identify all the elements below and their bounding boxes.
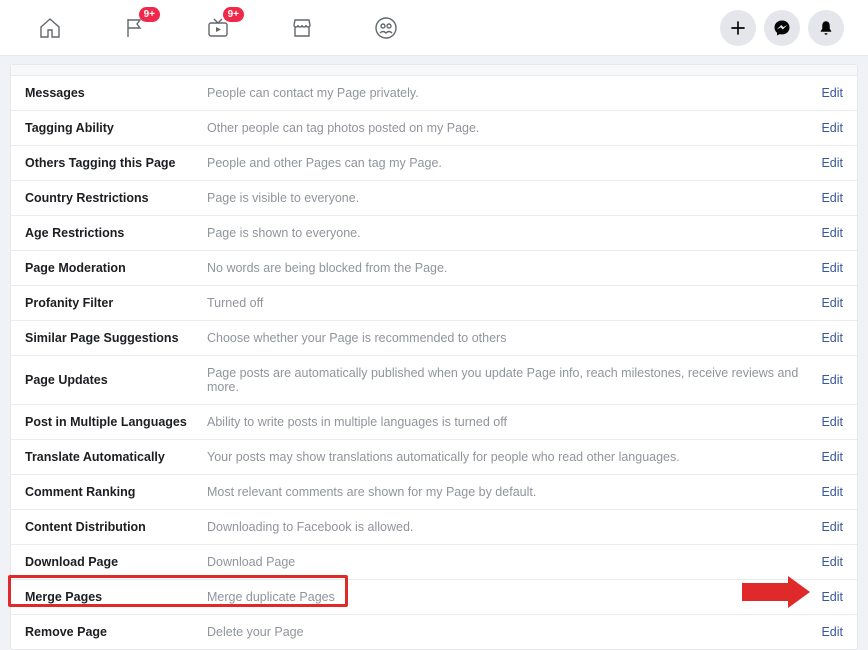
settings-row-label: Merge Pages [25, 590, 207, 604]
settings-row-label: Translate Automatically [25, 450, 207, 464]
settings-row-desc: Page is visible to everyone. [207, 191, 811, 205]
settings-row-desc: Downloading to Facebook is allowed. [207, 520, 811, 534]
settings-row: Age RestrictionsPage is shown to everyon… [11, 216, 857, 251]
settings-row-desc: Most relevant comments are shown for my … [207, 485, 811, 499]
settings-row-label: Profanity Filter [25, 296, 207, 310]
settings-row-label: Remove Page [25, 625, 207, 639]
edit-link[interactable]: Edit [811, 415, 843, 429]
settings-row-desc: Your posts may show translations automat… [207, 450, 811, 464]
settings-row-desc: People and other Pages can tag my Page. [207, 156, 811, 170]
settings-row-label: Similar Page Suggestions [25, 331, 207, 345]
edit-link[interactable]: Edit [811, 625, 843, 639]
settings-row-label: Country Restrictions [25, 191, 207, 205]
settings-panel: MessagesPeople can contact my Page priva… [10, 64, 858, 650]
settings-row: Content DistributionDownloading to Faceb… [11, 510, 857, 545]
settings-row: Comment RankingMost relevant comments ar… [11, 475, 857, 510]
settings-row-desc: People can contact my Page privately. [207, 86, 811, 100]
settings-row: Profanity FilterTurned offEdit [11, 286, 857, 321]
edit-link[interactable]: Edit [811, 226, 843, 240]
settings-row-desc: Merge duplicate Pages [207, 590, 811, 604]
settings-row-desc: No words are being blocked from the Page… [207, 261, 811, 275]
settings-row-desc: Download Page [207, 555, 811, 569]
top-nav-left: 9+ 9+ [36, 14, 400, 42]
create-button[interactable] [720, 10, 756, 46]
edit-link[interactable]: Edit [811, 261, 843, 275]
settings-row-desc: Ability to write posts in multiple langu… [207, 415, 811, 429]
settings-row: Page UpdatesPage posts are automatically… [11, 356, 857, 405]
settings-row-label: Page Updates [25, 373, 207, 387]
edit-link[interactable]: Edit [811, 520, 843, 534]
settings-row-label: Download Page [25, 555, 207, 569]
settings-row: Country RestrictionsPage is visible to e… [11, 181, 857, 216]
top-nav-bar: 9+ 9+ [0, 0, 868, 56]
edit-link[interactable]: Edit [811, 555, 843, 569]
flag-badge: 9+ [139, 7, 160, 22]
settings-row-desc: Choose whether your Page is recommended … [207, 331, 811, 345]
settings-row: Remove PageDelete your PageEdit [11, 615, 857, 649]
settings-row-label: Content Distribution [25, 520, 207, 534]
settings-header-strip [11, 65, 857, 76]
settings-row-desc: Other people can tag photos posted on my… [207, 121, 811, 135]
edit-link[interactable]: Edit [811, 485, 843, 499]
settings-row: Tagging AbilityOther people can tag phot… [11, 111, 857, 146]
settings-row-label: Post in Multiple Languages [25, 415, 207, 429]
settings-row-desc: Turned off [207, 296, 811, 310]
settings-row-label: Others Tagging this Page [25, 156, 207, 170]
settings-row-label: Tagging Ability [25, 121, 207, 135]
settings-row-label: Comment Ranking [25, 485, 207, 499]
edit-link[interactable]: Edit [811, 191, 843, 205]
page-content: MessagesPeople can contact my Page priva… [0, 56, 868, 650]
settings-row: Similar Page SuggestionsChoose whether y… [11, 321, 857, 356]
settings-row-label: Age Restrictions [25, 226, 207, 240]
edit-link[interactable]: Edit [811, 86, 843, 100]
settings-row: Page ModerationNo words are being blocke… [11, 251, 857, 286]
home-icon[interactable] [36, 14, 64, 42]
edit-link[interactable]: Edit [811, 121, 843, 135]
settings-row: MessagesPeople can contact my Page priva… [11, 76, 857, 111]
edit-link[interactable]: Edit [811, 296, 843, 310]
watch-badge: 9+ [223, 7, 244, 22]
marketplace-icon[interactable] [288, 14, 316, 42]
notifications-button[interactable] [808, 10, 844, 46]
settings-row-label: Messages [25, 86, 207, 100]
messenger-button[interactable] [764, 10, 800, 46]
edit-link[interactable]: Edit [811, 590, 843, 604]
edit-link[interactable]: Edit [811, 373, 843, 387]
edit-link[interactable]: Edit [811, 331, 843, 345]
settings-row-desc: Page posts are automatically published w… [207, 366, 811, 394]
top-nav-right [720, 10, 844, 46]
settings-row-desc: Delete your Page [207, 625, 811, 639]
settings-row: Translate AutomaticallyYour posts may sh… [11, 440, 857, 475]
settings-row: Others Tagging this PagePeople and other… [11, 146, 857, 181]
settings-row-label: Page Moderation [25, 261, 207, 275]
edit-link[interactable]: Edit [811, 156, 843, 170]
flag-icon[interactable]: 9+ [120, 14, 148, 42]
watch-icon[interactable]: 9+ [204, 14, 232, 42]
settings-row: Post in Multiple LanguagesAbility to wri… [11, 405, 857, 440]
settings-row: Merge PagesMerge duplicate PagesEdit [11, 580, 857, 615]
groups-icon[interactable] [372, 14, 400, 42]
edit-link[interactable]: Edit [811, 450, 843, 464]
settings-row: Download PageDownload PageEdit [11, 545, 857, 580]
settings-row-desc: Page is shown to everyone. [207, 226, 811, 240]
